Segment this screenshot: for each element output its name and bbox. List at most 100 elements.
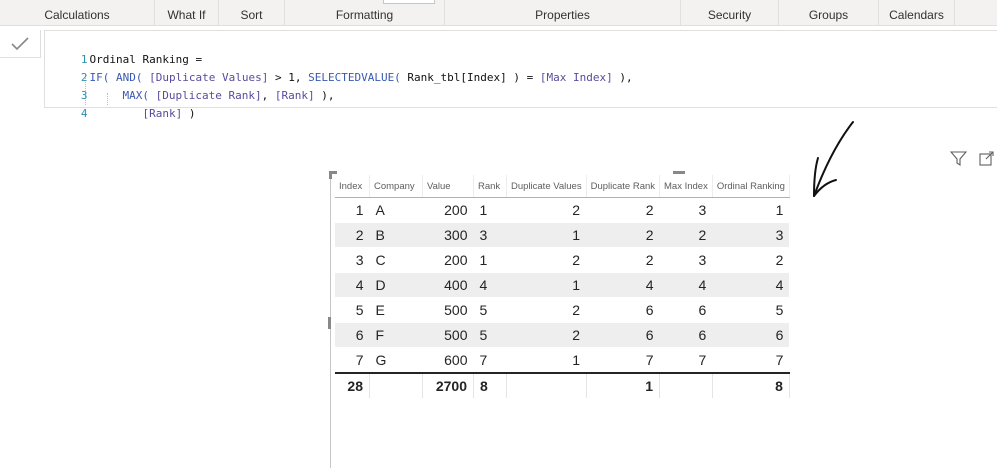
total-value: 2700	[422, 372, 474, 399]
cell-value: 300	[422, 222, 474, 248]
cell-value: 500	[422, 322, 474, 348]
cell-index: 4	[335, 272, 370, 298]
cell-index: 1	[335, 197, 370, 223]
total-company	[369, 372, 423, 399]
cell-max-index: 7	[659, 347, 713, 374]
code-text: Rank_tbl[Index] ) =	[400, 71, 540, 84]
ribbon-group-what-if[interactable]: What If	[155, 0, 219, 25]
column-header-company[interactable]: Company	[369, 175, 423, 198]
cell-company: F	[369, 322, 423, 348]
cell-max-index: 3	[659, 197, 713, 223]
hand-drawn-arrow	[813, 121, 854, 197]
ribbon-group-sort[interactable]: Sort	[219, 0, 285, 25]
code-text: ),	[612, 71, 633, 84]
cell-ordinal-ranking: 7	[712, 347, 790, 374]
cell-duplicate-rank: 2	[586, 222, 660, 248]
resize-handle-corner[interactable]	[329, 171, 332, 179]
cell-value: 200	[422, 247, 474, 273]
cell-company: B	[369, 222, 423, 248]
table-row: 5 E 500 5 2 6 6 5	[335, 297, 790, 323]
total-max-index	[659, 372, 713, 399]
cell-ordinal-ranking: 4	[712, 272, 790, 298]
cell-rank: 1	[473, 247, 507, 273]
column-header-duplicate-values[interactable]: Duplicate Values	[506, 175, 587, 198]
focus-mode-icon[interactable]	[979, 151, 995, 166]
code-text: ),	[314, 89, 335, 102]
total-rank: 8	[473, 372, 507, 399]
cell-duplicate-rank: 7	[586, 347, 660, 374]
ribbon-group-properties[interactable]: Properties	[445, 0, 681, 25]
checkmark-icon	[11, 36, 29, 50]
total-duplicate-rank: 1	[586, 372, 661, 399]
resize-handle-top[interactable]	[673, 171, 685, 174]
code-line-4: 4 [Rank] )	[45, 87, 196, 120]
cell-index: 7	[335, 347, 370, 374]
cell-company: D	[369, 272, 423, 298]
ribbon-group-groups[interactable]: Groups	[779, 0, 879, 25]
cell-max-index: 2	[659, 222, 713, 248]
cell-rank: 4	[473, 272, 507, 298]
column-header-ordinal-ranking[interactable]: Ordinal Ranking	[712, 175, 790, 198]
code-line-3: 3 MAX( [Duplicate Rank], [Rank] ),	[45, 69, 335, 102]
cell-max-index: 6	[659, 322, 713, 348]
total-index: 28	[335, 372, 370, 399]
table-row: 4 D 400 4 1 4 4 4	[335, 272, 790, 298]
column-ref: [Rank]	[274, 89, 315, 102]
ribbon-group-calendars[interactable]: Calendars	[879, 0, 955, 25]
column-ref: [Rank]	[142, 107, 183, 120]
cell-company: C	[369, 247, 423, 273]
column-header-rank[interactable]: Rank	[473, 175, 507, 198]
code-text: ,	[261, 89, 275, 102]
line-number: 4	[80, 107, 88, 120]
cell-duplicate-values: 2	[506, 247, 587, 273]
ribbon-group-security[interactable]: Security	[681, 0, 779, 25]
cell-rank: 1	[473, 197, 507, 223]
cell-index: 3	[335, 247, 370, 273]
formula-editor[interactable]: 1 Ordinal Ranking = 2 IF( AND( [Duplicate …	[44, 30, 997, 120]
cell-value: 600	[422, 347, 474, 374]
column-header-max-index[interactable]: Max Index	[659, 175, 713, 198]
header-row: Index Company Value Rank Duplicate Value…	[335, 175, 790, 198]
table-row: 6 F 500 5 2 6 6 6	[335, 322, 790, 348]
cell-rank: 5	[473, 297, 507, 323]
ribbon-group-calculations[interactable]: Calculations	[0, 0, 155, 25]
cell-index: 5	[335, 297, 370, 323]
cell-index: 6	[335, 322, 370, 348]
column-ref: [Max Index]	[539, 71, 613, 84]
cell-rank: 3	[473, 222, 507, 248]
commit-formula-button[interactable]	[0, 30, 41, 58]
cell-value: 200	[422, 197, 474, 223]
cell-ordinal-ranking: 3	[712, 222, 790, 248]
cell-duplicate-values: 2	[506, 197, 587, 223]
cell-ordinal-ranking: 1	[712, 197, 790, 223]
cell-company: E	[369, 297, 423, 323]
cell-value: 400	[422, 272, 474, 298]
total-row: 28 2700 8 1 8	[335, 372, 790, 399]
cell-duplicate-values: 1	[506, 222, 587, 248]
total-ordinal-ranking: 8	[712, 372, 790, 399]
cell-rank: 5	[473, 322, 507, 348]
cell-duplicate-values: 2	[506, 322, 587, 348]
resize-handle-left[interactable]	[328, 317, 331, 329]
cell-ordinal-ranking: 2	[712, 247, 790, 273]
ribbon-dropdown-stub	[383, 0, 435, 4]
column-header-duplicate-rank[interactable]: Duplicate Rank	[586, 175, 661, 198]
cell-rank: 7	[473, 347, 507, 374]
cell-duplicate-rank: 4	[586, 272, 660, 298]
table-row: 7 G 600 7 1 7 7 7	[335, 347, 790, 374]
ribbon: Calculations What If Sort Formatting Pro…	[0, 0, 997, 26]
column-header-index[interactable]: Index	[335, 175, 370, 198]
cell-ordinal-ranking: 6	[712, 322, 790, 348]
cell-company: G	[369, 347, 423, 374]
cell-duplicate-values: 1	[506, 347, 587, 374]
cell-duplicate-values: 2	[506, 297, 587, 323]
table-row: 2 B 300 3 1 2 2 3	[335, 222, 790, 248]
cell-duplicate-values: 1	[506, 272, 587, 298]
column-header-value[interactable]: Value	[422, 175, 474, 198]
total-duplicate-values	[506, 372, 587, 399]
filter-icon[interactable]	[950, 151, 967, 166]
code-line-1: 1 Ordinal Ranking =	[45, 33, 202, 66]
code-line-2: 2 IF( AND( [Duplicate Values] > 1, SELECT…	[45, 51, 633, 84]
cell-max-index: 4	[659, 272, 713, 298]
code-text: )	[182, 107, 196, 120]
